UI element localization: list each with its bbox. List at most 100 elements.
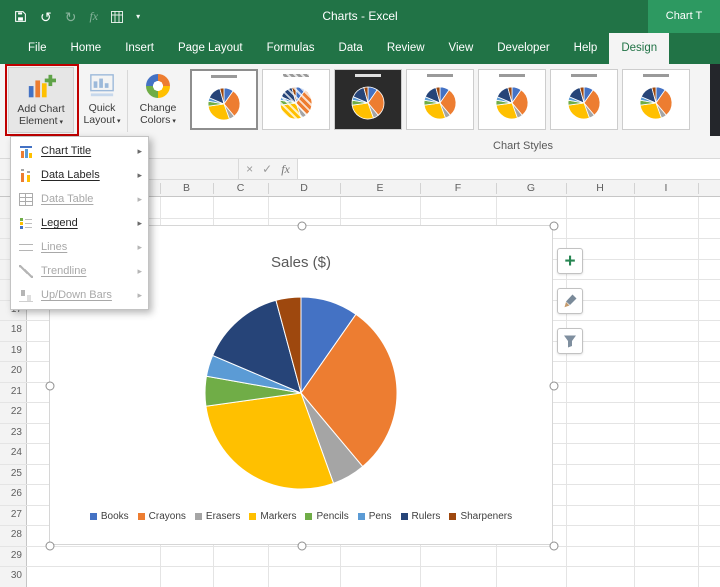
trendline-icon [19,264,33,278]
submenu-arrow-icon: ▸ [137,265,142,276]
tab-design[interactable]: Design [609,33,670,64]
quick-layout-button[interactable]: Quick Layout ▾ [78,67,126,133]
legend-item: Crayons [137,511,186,522]
insert-function-button[interactable]: fx [281,163,290,175]
updown-bars-icon [19,288,33,302]
thumbnail-title-line [355,74,381,77]
chart-filters-button[interactable] [557,328,583,354]
submenu-arrow-icon: ▸ [137,169,142,180]
chart-legend[interactable]: Books Crayons Erasers Markers Pencils Pens Rul… [50,511,552,522]
pie-chart[interactable] [201,293,401,493]
menu-item-lines: Lines ▸ [11,235,148,259]
column-header-H[interactable]: H [596,182,604,194]
tab-help[interactable]: Help [562,33,610,64]
data-table-icon [19,192,33,206]
chart-style-thumbnail[interactable] [262,69,330,130]
submenu-arrow-icon: ▸ [137,241,142,252]
gallery-edge [710,64,720,136]
legend-label: Pencils [316,511,349,522]
change-colors-icon [132,70,184,102]
legend-item: Rulers [400,511,441,522]
add-chart-element-button[interactable]: Add Chart Element ▾ [8,67,74,133]
tab-developer[interactable]: Developer [485,33,561,64]
dropdown-caret-icon: ▾ [117,118,121,125]
thumbnail-pie [351,86,385,120]
tab-file[interactable]: File [16,33,59,64]
tab-review[interactable]: Review [375,33,437,64]
legend-swatch [357,513,365,520]
group-divider [127,70,128,132]
legend-label: Sharpeners [460,511,513,522]
column-header-E[interactable]: E [376,182,383,194]
tab-view[interactable]: View [437,33,486,64]
menu-item-chart-title[interactable]: Chart Title ▸ [11,139,148,163]
tab-home[interactable]: Home [59,33,114,64]
change-colors-button[interactable]: Change Colors ▾ [132,67,184,133]
column-header-C[interactable]: C [237,182,245,194]
thumbnail-pie [423,86,457,120]
enter-button[interactable]: ✓ [262,163,272,175]
formula-input[interactable] [298,159,720,179]
lines-icon [19,240,33,254]
menu-item-label: Data Labels [41,169,100,181]
menu-item-label: Chart Title [41,145,92,157]
menu-item-data-labels[interactable]: Data Labels ▸ [11,163,148,187]
chart-styles-button[interactable] [557,288,583,314]
selection-handle[interactable] [45,381,55,391]
thumbnail-title-line [427,74,453,77]
submenu-arrow-icon: ▸ [137,145,142,156]
menu-item-label: Lines [41,241,68,253]
selection-handle[interactable] [297,221,307,231]
formula-bar-buttons: × ✓ fx [239,159,298,179]
selection-handle[interactable] [297,541,307,551]
plus-icon: + [564,250,576,272]
legend-swatch [249,513,257,520]
chart-style-thumbnail[interactable] [406,69,474,130]
tab-formulas[interactable]: Formulas [255,33,327,64]
column-header-I[interactable]: I [665,182,668,194]
ribbon-tabs: File Home Insert Page Layout Formulas Data Rev… [0,33,720,64]
chart-style-thumbnail[interactable] [550,69,618,130]
selection-handle[interactable] [549,381,559,391]
title-bar: ↺ ↻ fx ▾ Charts - Excel Chart T [0,0,720,33]
selection-handle[interactable] [549,221,559,231]
tab-insert[interactable]: Insert [113,33,166,64]
legend-swatch [400,513,408,520]
thumbnail-title-line [643,74,669,77]
selection-handle[interactable] [549,541,559,551]
thumbnail-title-line [211,75,237,78]
menu-item-up-down-bars: Up/Down Bars ▸ [11,283,148,307]
legend-label: Markers [260,511,297,522]
menu-item-label: Data Table [41,193,94,205]
cancel-button[interactable]: × [246,163,253,175]
chart-side-buttons: + [557,248,583,354]
selection-handle[interactable] [45,541,55,551]
legend-swatch [194,513,202,520]
column-header-F[interactable]: F [455,182,461,194]
add-chart-element-menu: Chart Title ▸ Data Labels ▸ Data Table ▸ Legen… [10,136,149,310]
submenu-arrow-icon: ▸ [137,289,142,300]
column-header-G[interactable]: G [527,182,535,194]
legend-label: Rulers [411,511,441,522]
legend-label: Pens [368,511,392,522]
chart-style-thumbnail[interactable] [190,69,258,130]
legend-swatch [89,513,97,520]
tab-data[interactable]: Data [327,33,375,64]
menu-item-trendline: Trendline ▸ [11,259,148,283]
menu-item-legend[interactable]: Legend ▸ [11,211,148,235]
tab-page-layout[interactable]: Page Layout [166,33,255,64]
chart-elements-button[interactable]: + [557,248,583,274]
chart-style-thumbnail[interactable] [478,69,546,130]
chart-style-thumbnail[interactable] [622,69,690,130]
column-header-B[interactable]: B [183,182,190,194]
legend-swatch [137,513,145,520]
legend-label: Erasers [205,511,241,522]
column-header-D[interactable]: D [300,182,308,194]
legend-item: Pens [357,511,392,522]
thumbnail-pie [639,86,673,120]
menu-item-label: Trendline [41,265,87,277]
legend-item: Erasers [194,511,241,522]
dropdown-caret-icon: ▾ [59,119,64,126]
menu-item-label: Legend [41,217,78,229]
chart-style-thumbnail[interactable] [334,69,402,130]
